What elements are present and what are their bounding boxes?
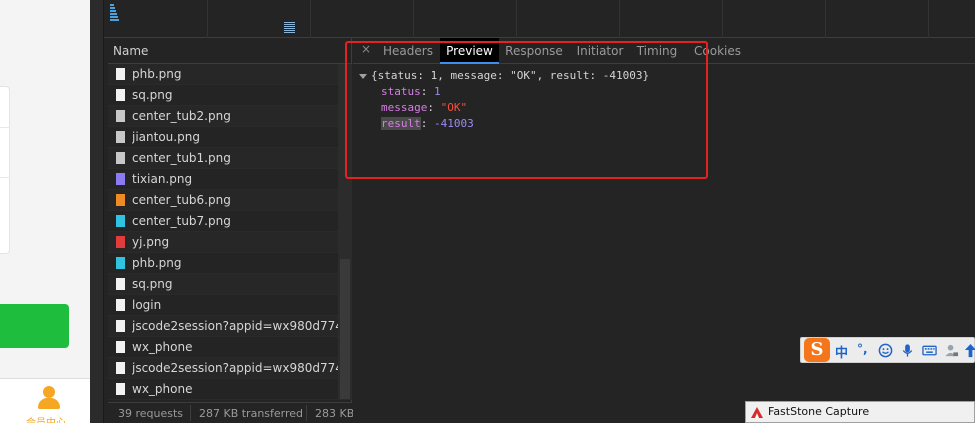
request-row[interactable]: sq.png	[108, 85, 338, 106]
ime-mode-toggle[interactable]: 中	[835, 342, 848, 361]
emoji-icon[interactable]	[878, 343, 893, 358]
annotation-highlight-box	[345, 41, 708, 179]
request-row[interactable]: center_tub6.png	[108, 190, 338, 211]
requests-header[interactable]: Name	[108, 38, 352, 64]
request-row[interactable]: jscode2session?appid=wx980d77411d...	[108, 316, 338, 337]
request-name: phb.png	[132, 256, 182, 270]
request-name: sq.png	[132, 277, 173, 291]
simulator-panel: 会员中心	[0, 0, 90, 423]
timeline-gridline	[413, 0, 414, 38]
timeline-gridline	[619, 0, 620, 38]
timeline-gridline	[310, 0, 311, 38]
timeline-gridline	[928, 0, 929, 38]
member-center-tab[interactable]	[38, 386, 60, 410]
requests-panel: Name phb.png sq.png center_tub2.pngjiantou…	[108, 38, 355, 423]
timeline-gridline	[207, 0, 208, 38]
member-center-label: 会员中心	[26, 414, 66, 423]
divider	[0, 177, 10, 178]
request-row[interactable]: login	[108, 295, 338, 316]
upload-icon[interactable]	[963, 343, 975, 358]
request-row[interactable]: phb.png	[108, 253, 338, 274]
request-name: jiantou.png	[132, 130, 200, 144]
status-divider	[190, 405, 191, 421]
timeline-gridline	[825, 0, 826, 38]
scrollbar-thumb[interactable]	[340, 259, 350, 399]
file-icon	[116, 236, 125, 248]
faststone-title: FastStone Capture	[768, 405, 870, 418]
request-name: center_tub2.png	[132, 109, 231, 123]
request-row[interactable]: center_tub2.png	[108, 106, 338, 127]
request-name: jscode2session?appid=wx980d77411d...	[132, 319, 338, 333]
request-row[interactable]: jiantou.png	[108, 127, 338, 148]
content-card	[0, 86, 10, 254]
ime-punct-toggle[interactable]: °,	[857, 342, 868, 356]
file-icon	[116, 278, 125, 290]
faststone-logo-icon	[751, 407, 763, 418]
request-name: sq.png	[132, 88, 173, 102]
request-row[interactable]: center_tub7.png	[108, 211, 338, 232]
timeline-gridline	[722, 0, 723, 38]
person-icon	[38, 398, 60, 409]
file-icon	[116, 362, 125, 374]
network-status-bar: 39 requests 287 KB transferred 283 KB	[108, 402, 355, 423]
sogou-logo-icon[interactable]: S	[804, 338, 830, 362]
resources-size: 283 KB	[315, 407, 355, 420]
request-name: yj.png	[132, 235, 170, 249]
request-count: 39 requests	[118, 407, 184, 420]
file-icon	[116, 257, 125, 269]
request-row[interactable]: wx_phone	[108, 379, 338, 400]
request-name: center_tub7.png	[132, 214, 231, 228]
person-icon-head	[43, 386, 55, 398]
transferred-size: 287 KB transferred	[199, 407, 304, 420]
file-icon	[116, 215, 125, 227]
status-divider	[306, 405, 307, 421]
file-icon	[116, 152, 125, 164]
file-icon	[116, 173, 125, 185]
user-icon[interactable]	[944, 343, 959, 358]
request-row[interactable]: tixian.png	[108, 169, 338, 190]
file-icon	[116, 110, 125, 122]
file-icon	[116, 131, 125, 143]
request-row[interactable]: jscode2session?appid=wx980d77411d...	[108, 358, 338, 379]
request-row[interactable]: yj.png	[108, 232, 338, 253]
screen: 会员中心 Name phb.png sq.png center_tub2.pngji…	[0, 0, 975, 423]
network-overview-timeline[interactable]	[104, 0, 975, 38]
requests-list: phb.png sq.png center_tub2.png jiantou.png c…	[108, 64, 338, 400]
timeline-gridline	[516, 0, 517, 38]
request-name: jscode2session?appid=wx980d77411d...	[132, 361, 338, 375]
ime-toolbar[interactable]: S 中 °,	[800, 337, 975, 363]
request-row[interactable]: sq.png	[108, 274, 338, 295]
request-name: wx_phone	[132, 382, 193, 396]
request-name: center_tub1.png	[132, 151, 231, 165]
request-name: login	[132, 298, 162, 312]
request-row[interactable]: phb.png	[108, 64, 338, 85]
file-icon	[116, 68, 125, 80]
request-name: center_tub6.png	[132, 193, 231, 207]
request-detail-panel: × Headers Preview Response Initiator Tim…	[345, 38, 975, 423]
divider	[0, 127, 10, 128]
request-row[interactable]: wx_phone	[108, 337, 338, 358]
primary-button[interactable]	[0, 304, 69, 348]
panel-separator[interactable]	[90, 0, 104, 423]
file-icon	[116, 320, 125, 332]
file-icon	[116, 194, 125, 206]
request-name: tixian.png	[132, 172, 193, 186]
file-icon	[116, 89, 125, 101]
name-column-header[interactable]: Name	[113, 44, 148, 58]
timeline-request-bars	[284, 22, 295, 34]
timeline-request-bars	[110, 4, 119, 22]
request-name: wx_phone	[132, 340, 193, 354]
request-name: phb.png	[132, 67, 182, 81]
file-icon	[116, 383, 125, 395]
request-row[interactable]: center_tub1.png	[108, 148, 338, 169]
keyboard-icon[interactable]	[922, 343, 937, 358]
faststone-capture-window[interactable]: FastStone Capture	[745, 401, 975, 423]
file-icon	[116, 341, 125, 353]
mic-icon[interactable]	[900, 343, 915, 358]
file-icon	[116, 299, 125, 311]
